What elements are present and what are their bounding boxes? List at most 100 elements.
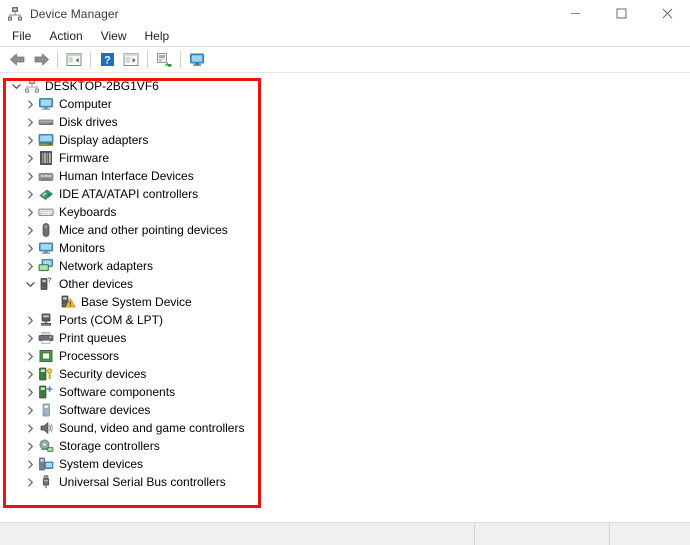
chevron-right-icon[interactable] [22, 258, 38, 274]
properties-button[interactable] [119, 49, 143, 71]
tree-node-label: Processors [59, 349, 120, 363]
forward-button[interactable] [29, 49, 53, 71]
menu-item-file[interactable]: File [8, 28, 40, 45]
tree-node-ide-ata-atapi-controllers[interactable]: IDE ATA/ATAPI controllers [0, 185, 690, 203]
tree-node-system-devices[interactable]: System devices [0, 455, 690, 473]
chevron-right-icon[interactable] [22, 222, 38, 238]
security-device-icon [39, 367, 53, 381]
tree-node-disk-drives[interactable]: Disk drives [0, 113, 690, 131]
tree-node-display-adapters[interactable]: Display adapters [0, 131, 690, 149]
tree-node-label: Computer [59, 97, 112, 111]
show-hide-console-tree-button[interactable] [62, 49, 86, 71]
chevron-right-icon[interactable] [22, 150, 38, 166]
toolbar-separator-3 [147, 51, 148, 68]
tree-node-human-interface-devices[interactable]: Human Interface Devices [0, 167, 690, 185]
chevron-right-icon[interactable] [22, 456, 38, 472]
status-bar [0, 522, 690, 545]
print-queue-icon [38, 332, 54, 345]
tree-node-firmware[interactable]: Firmware [0, 149, 690, 167]
tree-node-label: Keyboards [59, 205, 117, 219]
title-bar: Device Manager [0, 0, 690, 27]
menu-item-help[interactable]: Help [141, 28, 179, 45]
network-adapter-icon [38, 259, 53, 272]
tree-node-storage-controllers[interactable]: Storage controllers [0, 437, 690, 455]
disk-drive-icon [38, 119, 54, 125]
chevron-right-icon[interactable] [22, 348, 38, 364]
menu-item-action[interactable]: Action [45, 28, 91, 45]
tree-node-root[interactable]: DESKTOP-2BG1VF6 [0, 77, 690, 95]
console-tree-icon [66, 53, 82, 66]
device-tree-pane[interactable]: DESKTOP-2BG1VF6 Computer Disk drives Dis… [0, 73, 690, 522]
toolbar-separator-4 [180, 51, 181, 68]
close-button[interactable] [644, 0, 690, 27]
svg-text:?: ? [47, 277, 51, 284]
tree-node-sound-video-and-game-controllers[interactable]: Sound, video and game controllers [0, 419, 690, 437]
chevron-right-icon[interactable] [22, 114, 38, 130]
tree-node-keyboards[interactable]: Keyboards [0, 203, 690, 221]
back-arrow-icon [9, 53, 24, 66]
help-question-icon: ? [100, 53, 114, 67]
chevron-right-icon[interactable] [22, 384, 38, 400]
menu-item-view[interactable]: View [97, 28, 136, 45]
tree-node-label: Other devices [59, 277, 134, 291]
tree-node-mice-and-other-pointing-devices[interactable]: Mice and other pointing devices [0, 221, 690, 239]
tree-node-software-devices[interactable]: Software devices [0, 401, 690, 419]
software-device-icon [42, 403, 50, 417]
tree-node-print-queues[interactable]: Print queues [0, 329, 690, 347]
tree-node-computer[interactable]: Computer [0, 95, 690, 113]
chevron-right-icon[interactable] [22, 168, 38, 184]
tree-node-universal-serial-bus-controllers[interactable]: Universal Serial Bus controllers [0, 473, 690, 491]
tree-node-label: Human Interface Devices [59, 169, 194, 183]
chevron-right-icon[interactable] [22, 438, 38, 454]
chevron-down-icon[interactable] [8, 78, 24, 94]
mouse-icon [42, 223, 50, 237]
tree-node-network-adapters[interactable]: Network adapters [0, 257, 690, 275]
tree-node-ports-com-lpt[interactable]: Ports (COM & LPT) [0, 311, 690, 329]
display-adapter-icon [38, 134, 54, 146]
monitor-icon [39, 242, 53, 254]
other-devices-icon: ? [40, 277, 52, 290]
chevron-right-icon[interactable] [22, 402, 38, 418]
chevron-right-icon[interactable] [22, 366, 38, 382]
chevron-right-icon[interactable] [22, 96, 38, 112]
maximize-button[interactable] [598, 0, 644, 27]
tree-node-monitors[interactable]: Monitors [0, 239, 690, 257]
tree-node-security-devices[interactable]: Security devices [0, 365, 690, 383]
scan-hardware-changes-button[interactable] [152, 49, 176, 71]
tree-node-label: Software devices [59, 403, 151, 417]
forward-arrow-icon [34, 53, 49, 66]
hid-icon [38, 173, 54, 181]
minimize-button[interactable] [552, 0, 598, 27]
chevron-right-icon[interactable] [22, 312, 38, 328]
chevron-right-icon[interactable] [22, 186, 38, 202]
storage-controller-icon [39, 439, 54, 452]
tree-node-software-components[interactable]: Software components [0, 383, 690, 401]
chevron-right-icon[interactable] [22, 420, 38, 436]
chevron-right-icon[interactable] [22, 474, 38, 490]
tree-node-label: Sound, video and game controllers [59, 421, 245, 435]
keyboard-icon [38, 208, 54, 216]
chevron-right-icon[interactable] [22, 330, 38, 346]
tree-node-base-system-device[interactable]: Base System Device [0, 293, 690, 311]
tree-node-label: System devices [59, 457, 144, 471]
help-button[interactable]: ? [95, 49, 119, 71]
chevron-right-icon[interactable] [22, 132, 38, 148]
tree-node-label: Mice and other pointing devices [59, 223, 228, 237]
device-tree: DESKTOP-2BG1VF6 Computer Disk drives Dis… [0, 77, 690, 491]
update-driver-button[interactable] [185, 49, 209, 71]
device-manager-window: Device Manager File Action View Help ? D… [0, 0, 690, 545]
usb-controller-icon [42, 475, 50, 489]
status-pane-tertiary [610, 523, 690, 545]
tree-node-other-devices[interactable]: ? Other devices [0, 275, 690, 293]
tree-node-label: Ports (COM & LPT) [59, 313, 164, 327]
monitor-display-icon [189, 53, 204, 66]
svg-text:?: ? [104, 55, 111, 67]
sound-controller-icon [40, 422, 53, 434]
chevron-right-icon[interactable] [22, 204, 38, 220]
processor-icon [39, 350, 53, 362]
status-pane-message [0, 523, 475, 545]
back-button[interactable] [5, 49, 29, 71]
chevron-down-icon[interactable] [22, 276, 38, 292]
tree-node-processors[interactable]: Processors [0, 347, 690, 365]
chevron-right-icon[interactable] [22, 240, 38, 256]
